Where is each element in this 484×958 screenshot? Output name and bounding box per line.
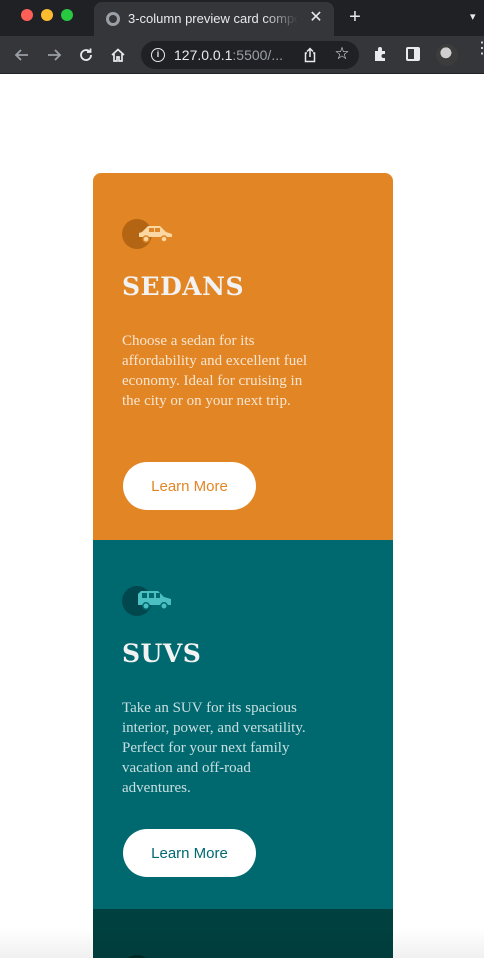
forward-arrow-icon[interactable] <box>44 45 64 65</box>
bookmark-star-icon[interactable]: ☆ <box>333 45 351 63</box>
close-tab-icon[interactable]: ✕ <box>308 10 324 26</box>
browser-titlebar: 3-column preview card component ✕ + ▾ <box>0 0 484 36</box>
profile-avatar[interactable] <box>436 44 458 66</box>
luxury-car-icon <box>128 955 146 958</box>
home-icon[interactable] <box>108 45 128 65</box>
share-icon[interactable] <box>302 47 318 63</box>
browser-toolbar: i 127.0.0.1:5500/... ☆ ⋮ <box>0 36 484 74</box>
new-tab-icon[interactable]: + <box>346 7 364 27</box>
minimize-window-button[interactable] <box>41 9 53 21</box>
suvs-card: SUVS Take an SUV for its spacious interi… <box>93 540 393 909</box>
back-arrow-icon[interactable] <box>12 45 32 65</box>
reload-icon[interactable] <box>76 45 96 65</box>
suv-car-icon <box>122 586 171 616</box>
more-menu-icon[interactable]: ⋮ <box>474 41 484 64</box>
maximize-window-button[interactable] <box>61 9 73 21</box>
close-window-button[interactable] <box>21 9 33 21</box>
browser-tab[interactable]: 3-column preview card component ✕ <box>94 2 334 36</box>
card-description: Take an SUV for its spacious interior, p… <box>122 700 306 796</box>
card-title: SEDANS <box>122 272 245 301</box>
card-description: Choose a sedan for its affordability and… <box>122 333 308 409</box>
side-panel-icon[interactable] <box>406 47 420 61</box>
address-bar[interactable]: i 127.0.0.1:5500/... ☆ <box>141 41 359 69</box>
sedan-car-icon <box>122 219 172 249</box>
globe-icon <box>106 12 120 26</box>
learn-more-button[interactable]: Learn More <box>123 462 256 510</box>
sedans-card: SEDANS Choose a sedan for its affordabil… <box>93 173 393 540</box>
tab-title: 3-column preview card component <box>128 11 298 26</box>
site-info-icon[interactable]: i <box>151 48 165 62</box>
luxury-card <box>93 909 393 958</box>
tab-search-chevron-icon[interactable]: ▾ <box>470 10 484 24</box>
extensions-puzzle-icon[interactable] <box>372 45 390 63</box>
preview-card-stack: SEDANS Choose a sedan for its affordabil… <box>93 173 393 958</box>
card-title: SUVS <box>122 639 202 668</box>
url-text: 127.0.0.1:5500/... <box>174 47 283 63</box>
learn-more-button[interactable]: Learn More <box>123 829 256 877</box>
page-viewport: SEDANS Choose a sedan for its affordabil… <box>0 74 484 958</box>
